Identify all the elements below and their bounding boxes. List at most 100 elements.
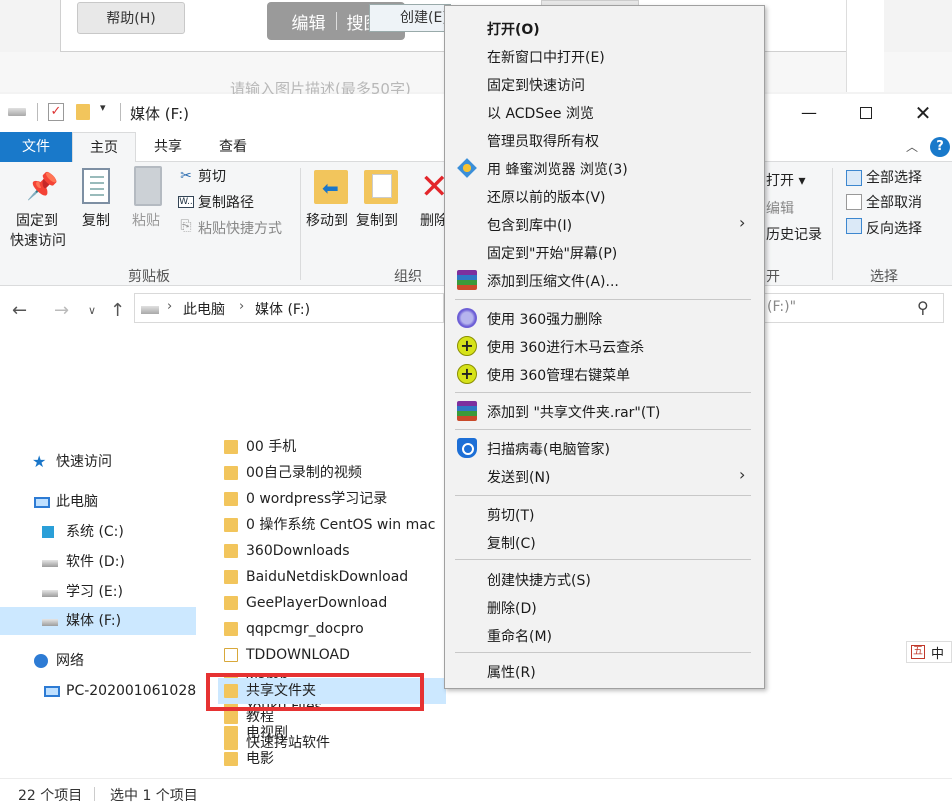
pin-to-quick-access-label-1[interactable]: 固定到: [16, 210, 58, 230]
history-button[interactable]: 历史记录: [766, 224, 822, 244]
list-item[interactable]: 0 操作系统 CentOS win mac: [218, 512, 446, 538]
computer-icon: [34, 497, 50, 508]
list-item[interactable]: 00自己录制的视频: [218, 460, 446, 486]
menu-item-open[interactable]: 打开(O): [447, 14, 762, 42]
open-button[interactable]: 打开 ▾: [766, 170, 805, 190]
paste-icon[interactable]: [134, 166, 162, 206]
menu-item-cut[interactable]: 剪切(T): [447, 500, 762, 528]
help-icon[interactable]: ?: [930, 137, 950, 157]
paste-shortcut-button[interactable]: 粘贴快捷方式: [198, 218, 282, 238]
nav-drive-e[interactable]: 学习 (E:): [0, 578, 196, 606]
ime-indicator[interactable]: 五 中: [906, 641, 952, 663]
breadcrumb-this-pc[interactable]: 此电脑: [183, 299, 225, 319]
nav-drive-c[interactable]: 系统 (C:): [0, 518, 196, 546]
menu-item-properties[interactable]: 属性(R): [447, 657, 762, 685]
search-input[interactable]: (F:)" ⚲: [760, 293, 944, 323]
menu-item-360-scan[interactable]: + 使用 360进行木马云查杀: [447, 332, 762, 360]
ribbon-collapse-icon[interactable]: ︿: [906, 138, 918, 155]
menu-item-send-to[interactable]: 发送到(N) ›: [447, 462, 762, 490]
file-name: 共享文件夹: [246, 683, 316, 699]
menu-item-acdsee[interactable]: 以 ACDSee 浏览: [447, 98, 762, 126]
select-all-button[interactable]: 全部选择: [866, 167, 922, 187]
menu-item-add-rar[interactable]: 添加到 "共享文件夹.rar"(T): [447, 397, 762, 425]
edit-ribbon-button[interactable]: 编辑: [766, 198, 794, 218]
nav-network-pc[interactable]: PC-202001061028: [0, 677, 196, 705]
menu-item-add-archive[interactable]: 添加到压缩文件(A)...: [447, 266, 762, 294]
menu-item-honeybee-browser[interactable]: 用 蜂蜜浏览器 浏览(3): [447, 154, 762, 182]
quick-access-toolbar-dropdown-icon[interactable]: ▾: [100, 101, 106, 119]
nav-network[interactable]: 网络: [0, 647, 196, 675]
help-button[interactable]: 帮助(H): [77, 2, 185, 34]
list-item[interactable]: qqpcmgr_docpro: [218, 616, 446, 642]
tab-view[interactable]: 查看: [204, 132, 262, 162]
up-button[interactable]: ↑: [110, 300, 125, 321]
list-item[interactable]: GeePlayerDownload: [218, 590, 446, 616]
menu-item-rename[interactable]: 重命名(M): [447, 621, 762, 649]
minimize-button[interactable]: —: [786, 99, 832, 127]
ribbon-divider: [300, 168, 301, 280]
360-scan-icon: +: [457, 336, 477, 356]
address-bar[interactable]: › 此电脑 › 媒体 (F:): [134, 293, 444, 323]
list-item[interactable]: 360Downloads: [218, 538, 446, 564]
menu-item-label: 复制(C): [487, 536, 536, 552]
back-button[interactable]: ←: [12, 300, 27, 321]
breadcrumb-drive[interactable]: 媒体 (F:): [255, 299, 310, 319]
menu-item-pin-start[interactable]: 固定到"开始"屏幕(P): [447, 238, 762, 266]
copy-icon[interactable]: [82, 168, 110, 204]
menu-item-360-menu[interactable]: + 使用 360管理右键菜单: [447, 360, 762, 388]
menu-item-copy[interactable]: 复制(C): [447, 528, 762, 556]
menu-item-pin-quick-access[interactable]: 固定到快速访问: [447, 70, 762, 98]
nav-quick-access[interactable]: ★ 快速访问: [0, 448, 196, 476]
copy-to-icon[interactable]: [364, 170, 398, 204]
nav-this-pc[interactable]: 此电脑: [0, 488, 196, 516]
copy-button[interactable]: 复制: [82, 210, 110, 230]
menu-item-label: 包含到库中(I): [487, 218, 573, 234]
winrar-icon: [457, 401, 477, 421]
list-item[interactable]: 快速拷站软件: [218, 730, 446, 756]
menu-item-create-shortcut[interactable]: 创建快捷方式(S): [447, 565, 762, 593]
menu-separator: [455, 559, 751, 560]
list-item[interactable]: 00 手机: [218, 434, 446, 460]
file-name: 0 wordpress学习记录: [246, 491, 388, 507]
select-none-button[interactable]: 全部取消: [866, 192, 922, 212]
nav-drive-d[interactable]: 软件 (D:): [0, 548, 196, 576]
recent-locations-chevron-down-icon[interactable]: ∨: [88, 304, 96, 317]
menu-item-360-delete[interactable]: 使用 360强力删除: [447, 304, 762, 332]
move-to-button[interactable]: 移动到: [306, 210, 348, 230]
list-item[interactable]: 教程: [218, 704, 446, 730]
breadcrumb-separator-icon[interactable]: ›: [239, 299, 244, 314]
menu-item-delete[interactable]: 删除(D): [447, 593, 762, 621]
close-button[interactable]: ✕: [900, 99, 946, 127]
maximize-button[interactable]: [842, 99, 888, 127]
nav-drive-f[interactable]: 媒体 (F:): [0, 607, 196, 635]
breadcrumb-separator-icon[interactable]: ›: [167, 299, 172, 314]
pin-to-quick-access-label-2[interactable]: 快速访问: [10, 230, 66, 250]
cut-button[interactable]: 剪切: [198, 166, 226, 186]
properties-icon[interactable]: ✓: [48, 103, 64, 121]
list-item-selected[interactable]: 共享文件夹: [218, 678, 446, 704]
context-menu: 打开(O) 在新窗口中打开(E) 固定到快速访问 以 ACDSee 浏览 管理员…: [444, 5, 765, 689]
list-item[interactable]: 0 wordpress学习记录: [218, 486, 446, 512]
forward-button[interactable]: →: [54, 300, 69, 321]
menu-item-restore-versions[interactable]: 还原以前的版本(V): [447, 182, 762, 210]
invert-selection-button[interactable]: 反向选择: [866, 218, 922, 238]
list-item[interactable]: TDDOWNLOAD: [218, 642, 446, 668]
copy-to-button[interactable]: 复制到: [356, 210, 398, 230]
paste-button[interactable]: 粘贴: [132, 210, 160, 230]
computer-icon: [44, 686, 60, 697]
list-item[interactable]: BaiduNetdiskDownload: [218, 564, 446, 590]
menu-item-take-ownership[interactable]: 管理员取得所有权: [447, 126, 762, 154]
menu-item-open-new-window[interactable]: 在新窗口中打开(E): [447, 42, 762, 70]
menu-item-label: 用 蜂蜜浏览器 浏览(3): [487, 162, 628, 178]
menu-item-include-library[interactable]: 包含到库中(I) ›: [447, 210, 762, 238]
copy-path-button[interactable]: 复制路径: [198, 192, 254, 212]
tab-file[interactable]: 文件: [0, 132, 72, 162]
menu-item-virus-scan[interactable]: 扫描病毒(电脑管家): [447, 434, 762, 462]
edit-button[interactable]: 编辑: [292, 9, 326, 34]
new-folder-icon[interactable]: [76, 104, 90, 120]
create-button[interactable]: 创建(E): [369, 4, 451, 32]
move-to-icon[interactable]: [314, 170, 348, 204]
tab-share[interactable]: 共享: [140, 132, 196, 162]
tab-home[interactable]: 主页: [72, 132, 136, 163]
menu-item-label: 扫描病毒(电脑管家): [487, 442, 610, 458]
